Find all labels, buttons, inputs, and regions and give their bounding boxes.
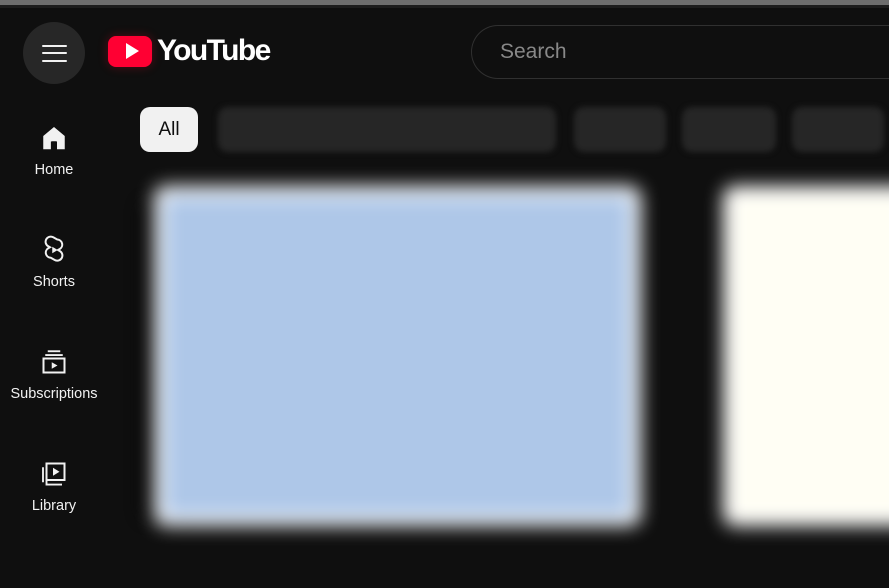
video-title[interactable] (723, 540, 889, 562)
video-grid (108, 186, 889, 588)
video-thumbnail[interactable] (723, 186, 889, 526)
chip-filter[interactable] (682, 107, 776, 152)
youtube-page: YouTube Search Home Shorts Subscriptions… (0, 0, 889, 588)
sidebar-item-label: Shorts (33, 274, 75, 290)
sidebar-item-library[interactable]: Library (0, 444, 108, 540)
sidebar-item-subscriptions[interactable]: Subscriptions (0, 332, 108, 428)
masthead: YouTube Search (0, 8, 889, 84)
filter-chip-bar: All (140, 107, 889, 152)
youtube-logo[interactable]: YouTube (108, 32, 271, 70)
video-thumbnail[interactable] (154, 186, 641, 526)
search-box[interactable]: Search (471, 25, 889, 79)
youtube-play-icon (108, 35, 152, 67)
mini-guide-sidebar: Home Shorts Subscriptions Library (0, 86, 108, 588)
chip-filter[interactable] (218, 107, 556, 152)
video-card[interactable] (723, 186, 889, 562)
guide-menu-button[interactable] (23, 22, 85, 84)
subscriptions-icon (38, 346, 70, 378)
sidebar-item-home[interactable]: Home (0, 108, 108, 204)
sidebar-item-label: Subscriptions (10, 386, 98, 402)
library-icon (38, 458, 70, 490)
chip-filter[interactable] (574, 107, 666, 152)
search-input-placeholder[interactable]: Search (472, 40, 567, 64)
sidebar-item-label: Home (34, 162, 74, 178)
youtube-wordmark: YouTube (157, 34, 271, 67)
home-icon (38, 122, 70, 154)
chip-label: All (158, 118, 180, 140)
chip-filter[interactable] (792, 107, 884, 152)
hamburger-icon (41, 44, 67, 62)
sidebar-item-shorts[interactable]: Shorts (0, 220, 108, 316)
video-card[interactable] (154, 186, 714, 562)
sidebar-item-label: Library (31, 498, 77, 514)
video-title[interactable] (154, 540, 714, 562)
chip-all[interactable]: All (140, 107, 198, 152)
shorts-icon (38, 234, 70, 266)
